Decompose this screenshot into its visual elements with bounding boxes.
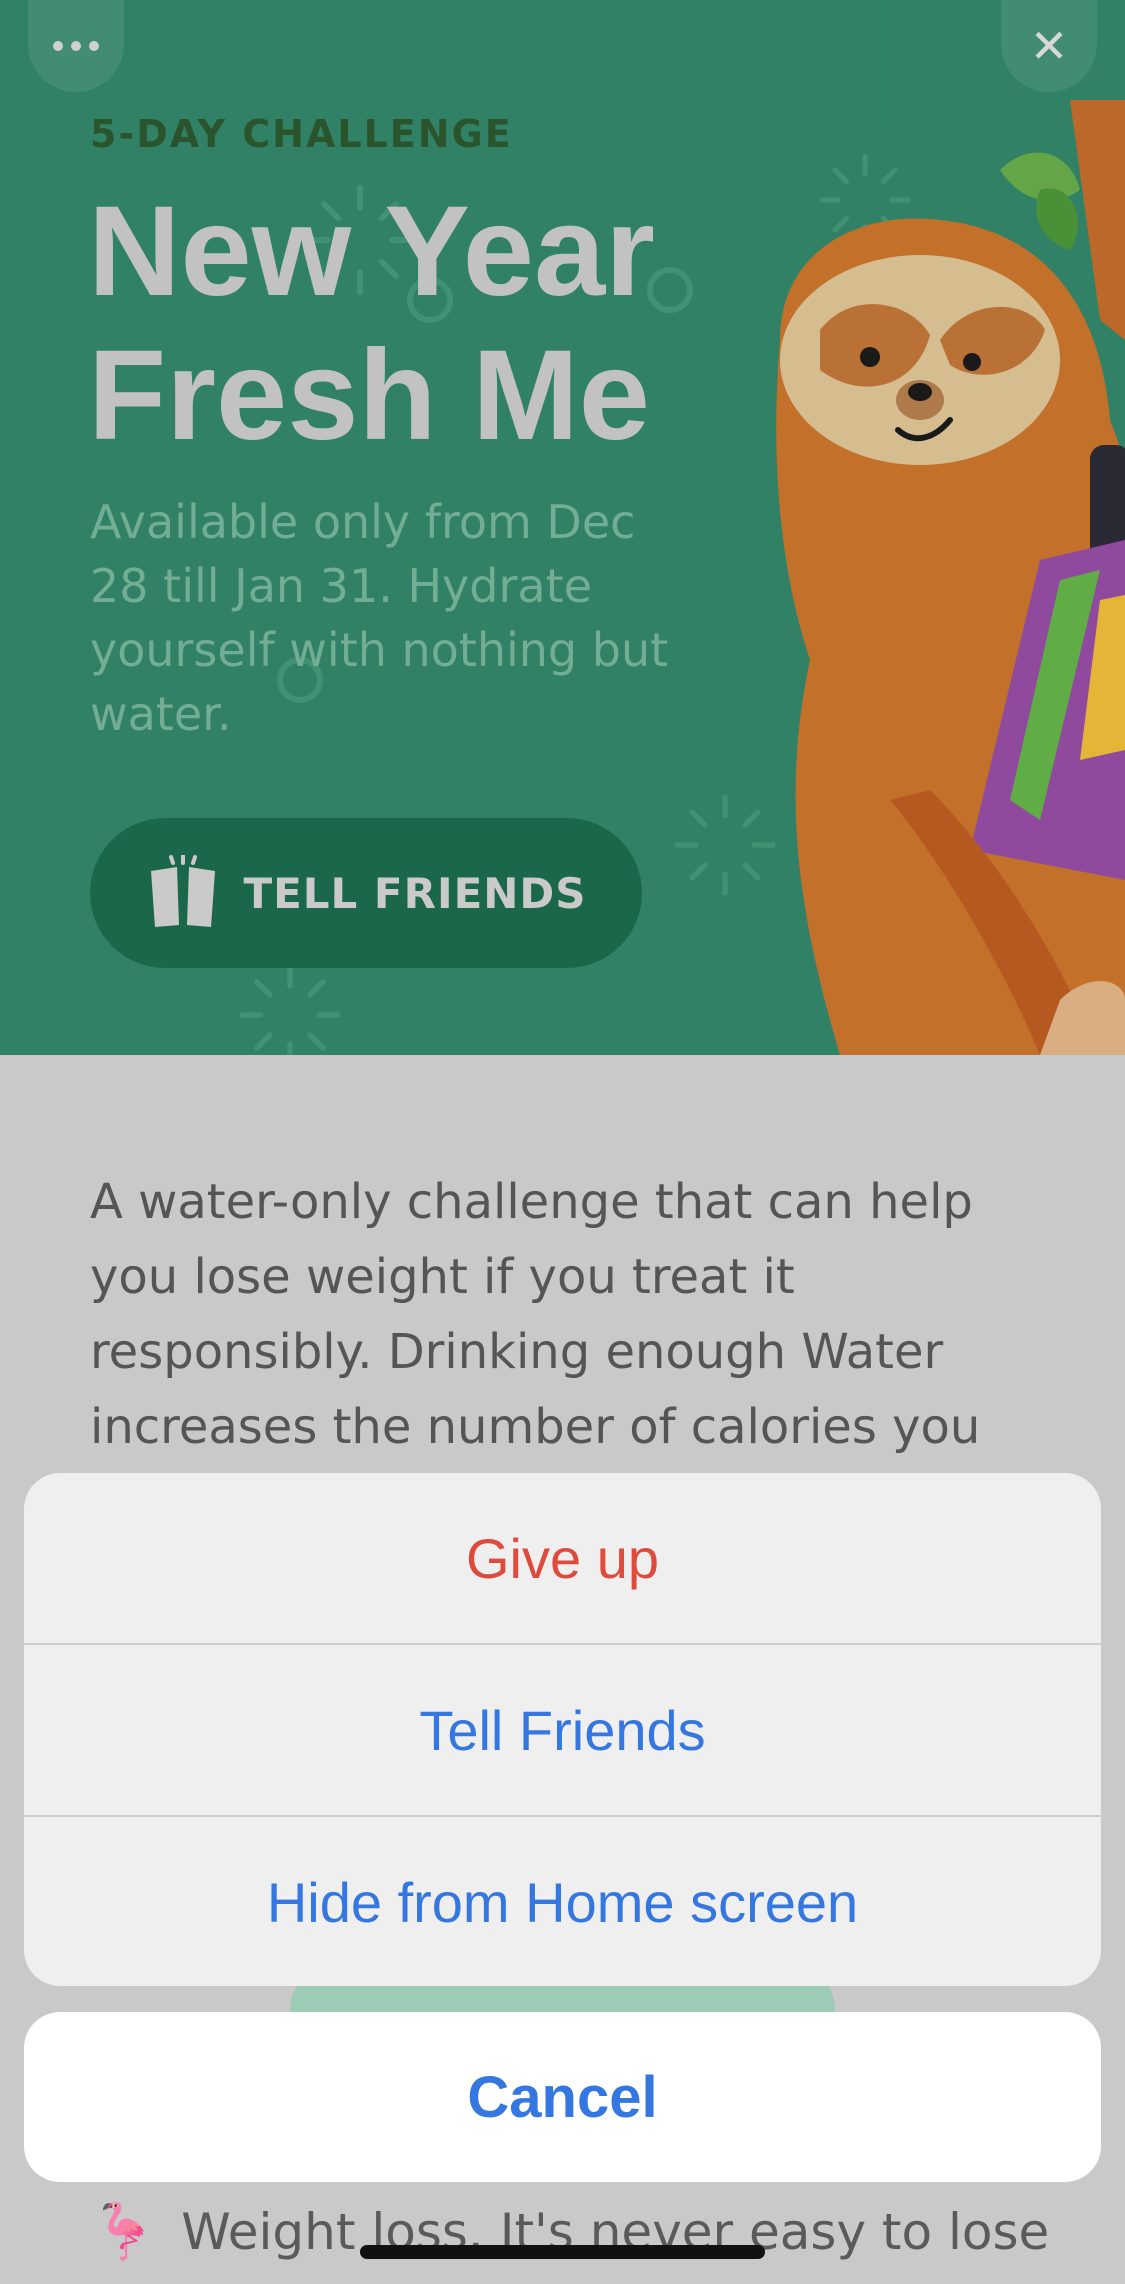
challenge-description: A water-only challenge that can help you…: [90, 1174, 981, 1455]
challenge-hero: ✕ 5-DAY CHALLENGE New Year Fresh Me Avai…: [0, 0, 1125, 1055]
hide-from-home-option[interactable]: Hide from Home screen: [24, 1815, 1101, 1986]
action-sheet: Give up Tell Friends Hide from Home scre…: [24, 1473, 1101, 1986]
cancel-button[interactable]: Cancel: [24, 2012, 1101, 2182]
give-up-option[interactable]: Give up: [24, 1473, 1101, 1643]
tell-friends-option[interactable]: Tell Friends: [24, 1643, 1101, 1815]
flamingo-icon: 🦩: [90, 2200, 158, 2263]
dim-overlay: [0, 0, 1125, 1055]
home-indicator[interactable]: [360, 2245, 765, 2259]
